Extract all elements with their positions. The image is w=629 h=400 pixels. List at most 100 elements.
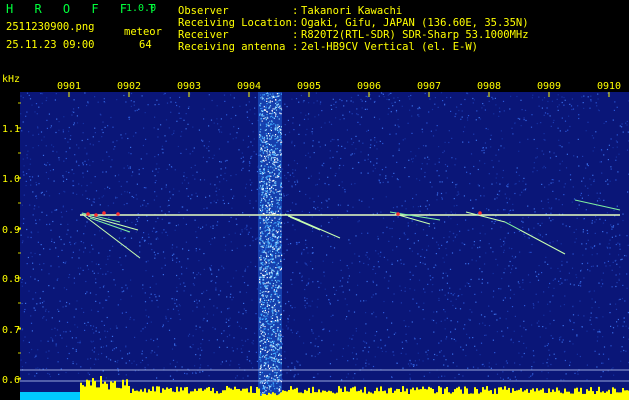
level-bar bbox=[366, 393, 368, 400]
level-bar bbox=[84, 386, 86, 400]
level-bar bbox=[240, 390, 242, 400]
level-bar bbox=[226, 386, 228, 400]
level-bar bbox=[334, 393, 336, 400]
level-bar bbox=[406, 388, 408, 400]
level-bar bbox=[222, 390, 224, 400]
level-bar bbox=[394, 390, 396, 400]
level-bar bbox=[298, 392, 300, 400]
level-bar bbox=[210, 390, 212, 400]
level-bar bbox=[418, 389, 420, 400]
level-bar bbox=[466, 388, 468, 400]
hrofft-window: 1.1 1.0 0.9 0.8 0.7 0.6 0901 0902 0903 0904 0905 09… bbox=[0, 0, 629, 400]
level-bar bbox=[94, 381, 96, 400]
x-tick-label: 0902 bbox=[117, 81, 141, 92]
level-bar bbox=[556, 387, 558, 400]
x-tick-label: 0903 bbox=[177, 81, 201, 92]
header-panel: H R O F F T 1.0.0 2511230900.png 25.11.2… bbox=[0, 0, 629, 74]
level-bar bbox=[196, 390, 198, 400]
level-bar bbox=[276, 395, 278, 400]
level-bar bbox=[132, 388, 134, 400]
level-bar bbox=[190, 391, 192, 400]
plot-background bbox=[20, 92, 629, 400]
level-bar bbox=[158, 386, 160, 400]
level-bar bbox=[584, 393, 586, 400]
level-bar bbox=[524, 390, 526, 400]
level-bar bbox=[248, 392, 250, 400]
level-bar bbox=[432, 389, 434, 400]
level-bar bbox=[118, 387, 120, 400]
level-bar bbox=[254, 393, 256, 400]
level-bar bbox=[500, 387, 502, 400]
level-bar bbox=[258, 388, 260, 400]
level-bar bbox=[164, 389, 166, 400]
level-bar bbox=[592, 391, 594, 400]
echo-highlight bbox=[478, 211, 482, 215]
level-bar bbox=[444, 388, 446, 400]
level-bar bbox=[512, 388, 514, 400]
level-bar bbox=[618, 392, 620, 400]
level-bar bbox=[588, 390, 590, 400]
level-bar bbox=[600, 392, 602, 400]
level-bar bbox=[558, 390, 560, 400]
level-bar bbox=[590, 387, 592, 400]
level-bar bbox=[224, 390, 226, 400]
level-bar bbox=[322, 390, 324, 400]
datetime: 25.11.23 09:00 bbox=[6, 39, 95, 51]
level-bar bbox=[290, 386, 292, 400]
level-bar bbox=[416, 387, 418, 400]
echo-highlight bbox=[94, 213, 98, 217]
level-bar bbox=[544, 392, 546, 400]
level-bar bbox=[542, 388, 544, 400]
level-bar bbox=[128, 386, 130, 400]
level-bar bbox=[336, 392, 338, 400]
level-bar bbox=[246, 388, 248, 400]
level-bar bbox=[140, 389, 142, 400]
level-bar bbox=[342, 392, 344, 400]
level-bar bbox=[388, 388, 390, 400]
level-bar bbox=[332, 392, 334, 400]
level-bar bbox=[458, 386, 460, 400]
level-bar bbox=[624, 390, 626, 400]
level-bar bbox=[242, 388, 244, 400]
level-bar bbox=[262, 393, 264, 400]
level-bar bbox=[188, 393, 190, 400]
level-bar bbox=[172, 391, 174, 400]
level-bar bbox=[576, 387, 578, 400]
level-bar bbox=[480, 392, 482, 400]
level-bar bbox=[430, 387, 432, 400]
level-bar bbox=[124, 385, 126, 400]
level-bar bbox=[370, 392, 372, 400]
level-bar-cyan bbox=[20, 392, 80, 400]
level-bar bbox=[448, 392, 450, 400]
level-bar bbox=[320, 392, 322, 400]
level-bar bbox=[180, 387, 182, 400]
level-bar bbox=[330, 391, 332, 400]
level-bar bbox=[80, 382, 82, 400]
level-bar bbox=[382, 391, 384, 400]
level-bar bbox=[426, 389, 428, 400]
y-tick-label: 1.1 bbox=[2, 124, 20, 135]
level-bar bbox=[580, 387, 582, 400]
level-bar bbox=[214, 393, 216, 400]
meteor-count: 64 bbox=[139, 39, 152, 51]
level-bar bbox=[492, 393, 494, 400]
level-bar bbox=[204, 389, 206, 400]
level-bar bbox=[362, 392, 364, 400]
level-bar bbox=[566, 391, 568, 400]
level-bar bbox=[472, 393, 474, 400]
level-bar bbox=[234, 386, 236, 400]
level-bar bbox=[106, 383, 108, 400]
level-bar bbox=[530, 389, 532, 400]
x-tick-label: 0901 bbox=[57, 81, 81, 92]
level-bar bbox=[408, 394, 410, 400]
x-tick-label: 0909 bbox=[537, 81, 561, 92]
level-bar bbox=[228, 387, 230, 400]
level-bar bbox=[478, 393, 480, 400]
echo-highlight bbox=[396, 212, 400, 216]
level-bar bbox=[468, 393, 470, 400]
level-bar bbox=[344, 386, 346, 400]
level-bar bbox=[220, 392, 222, 400]
level-bar bbox=[296, 387, 298, 400]
level-bar bbox=[152, 386, 154, 400]
level-bar bbox=[460, 389, 462, 400]
